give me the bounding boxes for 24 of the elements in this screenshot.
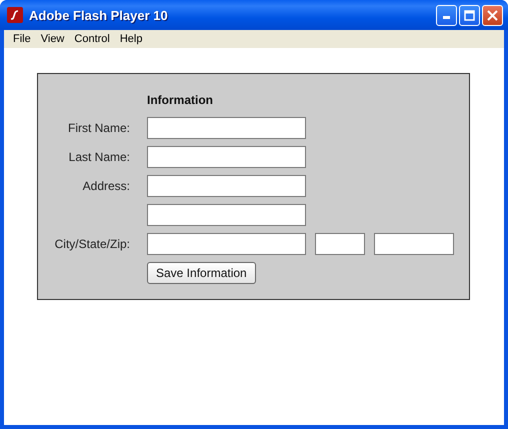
- input-field[interactable]: [147, 146, 306, 168]
- maximize-button[interactable]: [459, 4, 480, 26]
- input-field[interactable]: [147, 117, 306, 139]
- input-field[interactable]: [315, 233, 365, 255]
- app-logo-icon: [7, 7, 23, 23]
- field-label: City/State/Zip:: [54, 237, 130, 251]
- close-icon: [487, 10, 498, 20]
- menu-item[interactable]: Control: [70, 33, 116, 45]
- field-label: First Name:: [68, 121, 130, 135]
- menu-item[interactable]: File: [9, 33, 37, 45]
- input-field[interactable]: [374, 233, 454, 255]
- save-button[interactable]: Save Information: [147, 262, 256, 284]
- menu-item[interactable]: Help: [116, 33, 148, 45]
- minimize-button[interactable]: [436, 4, 457, 26]
- window-title: Adobe Flash Player 10: [29, 8, 169, 22]
- form-heading: Information: [147, 93, 214, 109]
- close-button[interactable]: [482, 4, 503, 26]
- field-label: Last Name:: [68, 150, 130, 164]
- maximize-icon: [464, 10, 475, 20]
- input-field[interactable]: [147, 175, 306, 197]
- menu-item[interactable]: View: [36, 33, 70, 45]
- field-label: Address:: [82, 179, 130, 193]
- input-field[interactable]: [147, 233, 306, 255]
- input-field[interactable]: [147, 204, 306, 226]
